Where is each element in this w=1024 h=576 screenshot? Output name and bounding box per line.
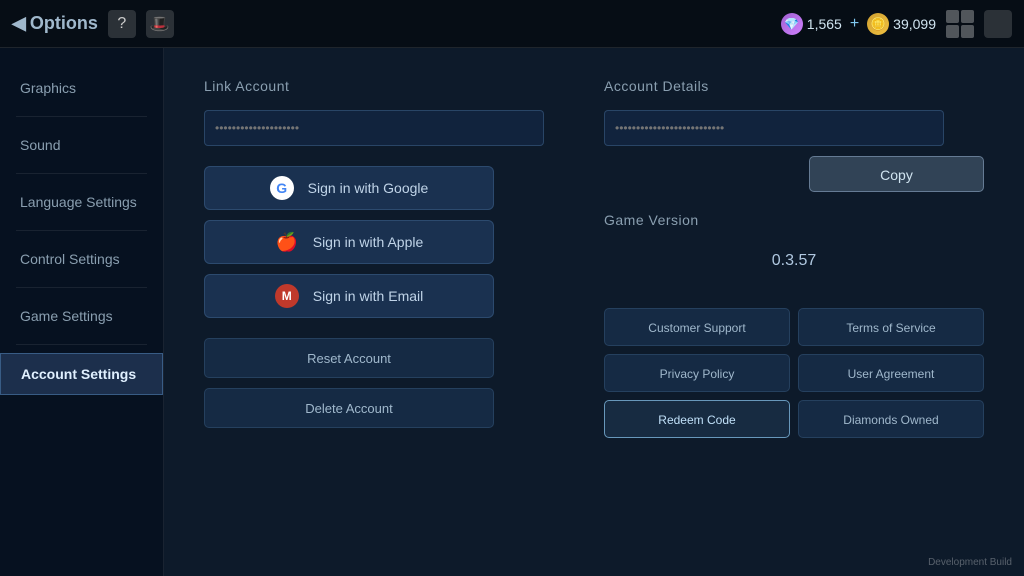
divider-1: [16, 116, 147, 117]
account-action-buttons: Reset Account Delete Account: [204, 338, 544, 428]
game-version-number: 0.3.57: [604, 244, 984, 278]
top-bar: ◀ Options ? 🎩 💎 1,565 + 🪙 39,099: [0, 0, 1024, 48]
gem-icon: 💎: [781, 13, 803, 35]
divider-3: [16, 230, 147, 231]
coin-count: 39,099: [893, 16, 936, 32]
link-account-panel: Link Account G Sign in with Google 🍎 Sig…: [204, 78, 544, 546]
coin-currency: 🪙 39,099: [867, 13, 936, 35]
reset-account-button[interactable]: Reset Account: [204, 338, 494, 378]
question-icon[interactable]: ?: [108, 10, 136, 38]
gem-count: 1,565: [807, 16, 842, 32]
link-account-title: Link Account: [204, 78, 544, 94]
divider-5: [16, 344, 147, 345]
redeem-code-button[interactable]: Redeem Code: [604, 400, 790, 438]
divider-2: [16, 173, 147, 174]
game-version-title: Game Version: [604, 212, 984, 228]
content-area: Link Account G Sign in with Google 🍎 Sig…: [164, 48, 1024, 576]
back-button[interactable]: ◀ Options: [12, 13, 98, 34]
options-title: Options: [30, 13, 98, 34]
currency-display: 💎 1,565 + 🪙 39,099: [781, 13, 936, 35]
apple-icon: 🍎: [275, 230, 299, 254]
account-details-panel: Account Details Copy Game Version 0.3.57…: [604, 78, 984, 546]
back-arrow-icon: ◀: [12, 13, 26, 34]
sidebar-item-control-settings[interactable]: Control Settings: [0, 239, 163, 279]
sign-in-apple-label: Sign in with Apple: [313, 234, 424, 250]
sidebar-item-sound[interactable]: Sound: [0, 125, 163, 165]
sidebar-item-game-settings[interactable]: Game Settings: [0, 296, 163, 336]
sign-in-email-label: Sign in with Email: [313, 288, 424, 304]
sidebar: Graphics Sound Language Settings Control…: [0, 48, 164, 576]
dev-build-label: Development Build: [928, 557, 1012, 568]
hat-icon[interactable]: 🎩: [146, 10, 174, 38]
google-icon: G: [270, 176, 294, 200]
sign-in-buttons: G Sign in with Google 🍎 Sign in with App…: [204, 166, 544, 318]
gem-currency: 💎 1,565: [781, 13, 842, 35]
account-details-input[interactable]: [604, 110, 944, 146]
sidebar-item-account-settings[interactable]: Account Settings: [0, 353, 163, 395]
main-content: Graphics Sound Language Settings Control…: [0, 48, 1024, 576]
grid-icon[interactable]: [946, 10, 974, 38]
delete-account-button[interactable]: Delete Account: [204, 388, 494, 428]
coin-icon: 🪙: [867, 13, 889, 35]
divider-4: [16, 287, 147, 288]
add-gem-button[interactable]: +: [850, 15, 859, 33]
email-icon: M: [275, 284, 299, 308]
account-details-title: Account Details: [604, 78, 984, 94]
copy-button[interactable]: Copy: [809, 156, 984, 192]
sign-in-google-button[interactable]: G Sign in with Google: [204, 166, 494, 210]
link-account-input[interactable]: [204, 110, 544, 146]
sign-in-email-button[interactable]: M Sign in with Email: [204, 274, 494, 318]
privacy-policy-button[interactable]: Privacy Policy: [604, 354, 790, 392]
customer-support-button[interactable]: Customer Support: [604, 308, 790, 346]
diamonds-owned-button[interactable]: Diamonds Owned: [798, 400, 984, 438]
sidebar-item-language-settings[interactable]: Language Settings: [0, 182, 163, 222]
sign-in-google-label: Sign in with Google: [308, 180, 429, 196]
sidebar-item-graphics[interactable]: Graphics: [0, 68, 163, 108]
user-agreement-button[interactable]: User Agreement: [798, 354, 984, 392]
terms-of-service-button[interactable]: Terms of Service: [798, 308, 984, 346]
bottom-buttons: Customer Support Terms of Service Privac…: [604, 308, 984, 438]
sign-in-apple-button[interactable]: 🍎 Sign in with Apple: [204, 220, 494, 264]
menu-icon[interactable]: [984, 10, 1012, 38]
game-version-section: Game Version 0.3.57: [604, 212, 984, 278]
